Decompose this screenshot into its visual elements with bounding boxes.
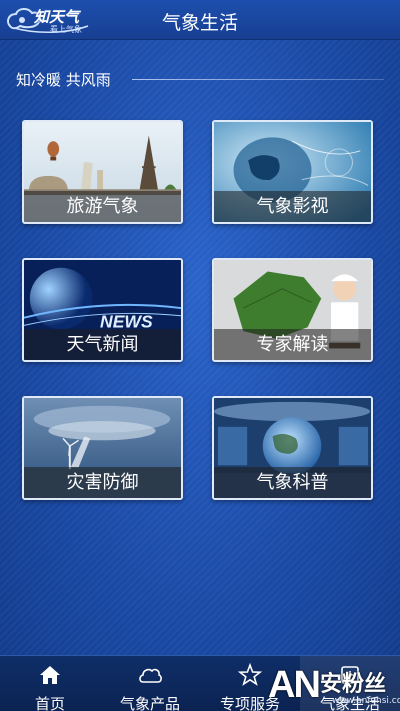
nav-label: 首页 <box>34 695 65 711</box>
tile-expert-analysis[interactable]: 专家解读 <box>212 258 373 362</box>
header-bar: 知天气 看上气象 气象生活 <box>0 0 400 40</box>
tile-label: 天气新闻 <box>24 329 181 360</box>
page-title: 气象生活 <box>161 12 238 34</box>
tile-label: 专家解读 <box>214 329 371 360</box>
watermark-logo: AN <box>268 664 321 706</box>
app-screen: 知天气 看上气象 气象生活 知冷暖 共风雨 旅游气象 气象影视 NEWS 天气新… <box>0 0 400 711</box>
site-watermark: AN 安粉丝 www.anfensi.com <box>268 664 400 711</box>
nav-home[interactable]: 首页 <box>0 656 100 711</box>
section-divider <box>132 79 384 80</box>
tile-weather-tv[interactable]: 气象影视 <box>212 120 373 224</box>
star-icon <box>237 662 263 686</box>
tile-weather-news[interactable]: NEWS 天气新闻 <box>22 258 183 362</box>
watermark-url: www.anfensi.com <box>332 696 400 706</box>
tile-travel-weather[interactable]: 旅游气象 <box>22 120 183 224</box>
watermark-text: 安粉丝 <box>320 672 387 697</box>
tile-weather-science[interactable]: 气象科普 <box>212 396 373 500</box>
tile-label: 灾害防御 <box>24 467 181 498</box>
home-icon <box>40 666 60 684</box>
section-title: 知冷暖 共风雨 <box>16 71 111 89</box>
cloud-icon <box>139 668 162 683</box>
tile-label: 气象科普 <box>214 467 371 498</box>
nav-label: 气象产品 <box>119 695 180 711</box>
tile-disaster-defense[interactable]: 灾害防御 <box>22 396 183 500</box>
nav-weather-products[interactable]: 气象产品 <box>100 656 200 711</box>
tile-label: 气象影视 <box>214 191 371 222</box>
tile-label: 旅游气象 <box>24 191 181 222</box>
